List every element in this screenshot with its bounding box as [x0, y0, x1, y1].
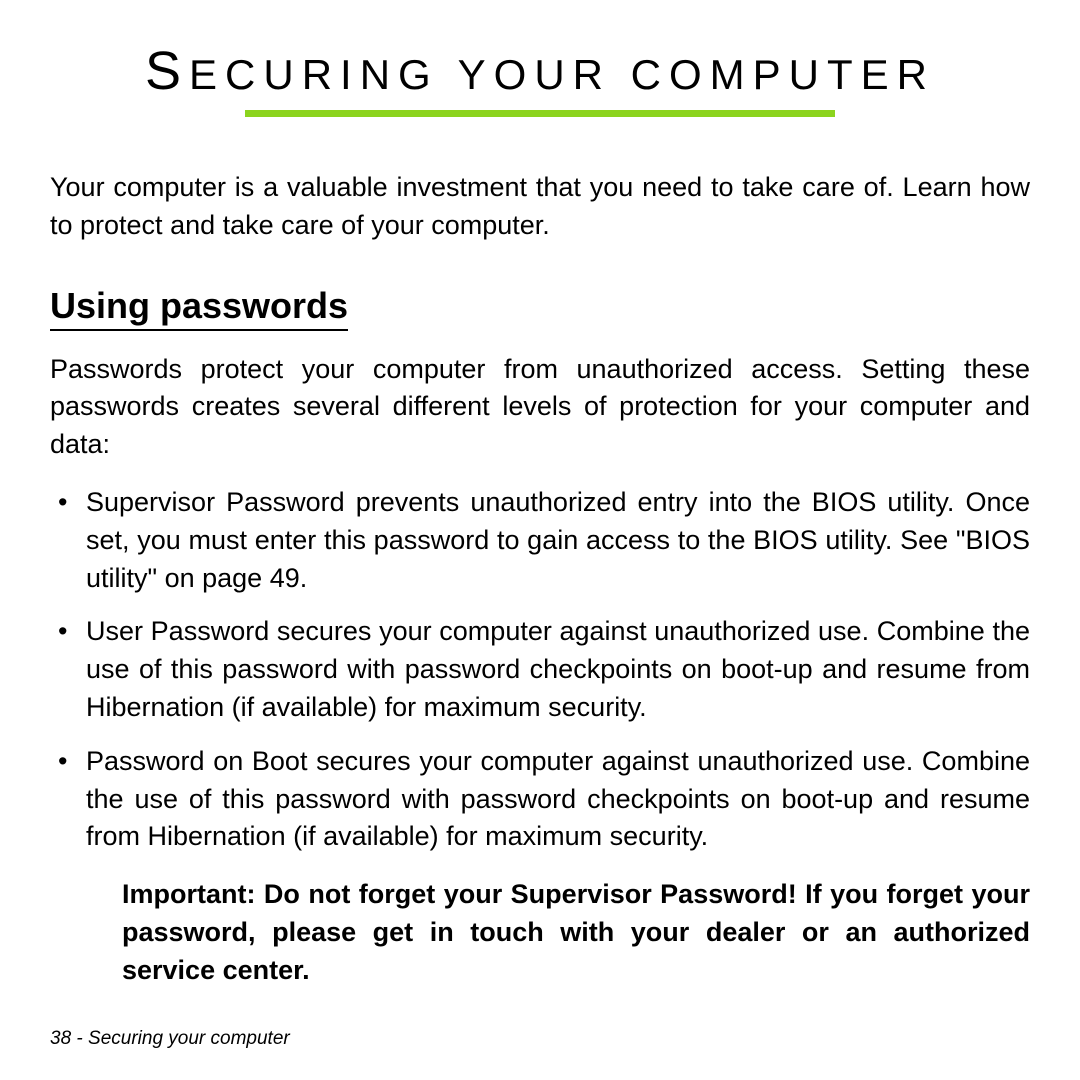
bullet-list: Supervisor Password prevents unauthorize… — [50, 484, 1030, 856]
section-intro-paragraph: Passwords protect your computer from una… — [50, 351, 1030, 464]
page-footer: 38 - Securing your computer — [50, 1028, 290, 1050]
list-item: Supervisor Password prevents unauthorize… — [86, 484, 1030, 597]
list-item: Password on Boot secures your computer a… — [86, 743, 1030, 856]
title-first-letter: S — [145, 41, 189, 101]
intro-paragraph: Your computer is a valuable investment t… — [50, 169, 1030, 245]
important-note: Important: Do not forget your Supervisor… — [50, 876, 1030, 989]
title-rest: ECURING YOUR COMPUTER — [189, 51, 935, 98]
section-heading-passwords: Using passwords — [50, 285, 348, 331]
page-title: SECURING YOUR COMPUTER — [145, 40, 935, 102]
list-item: User Password secures your computer agai… — [86, 613, 1030, 726]
title-underline — [245, 110, 835, 117]
page-title-wrap: SECURING YOUR COMPUTER — [50, 40, 1030, 117]
